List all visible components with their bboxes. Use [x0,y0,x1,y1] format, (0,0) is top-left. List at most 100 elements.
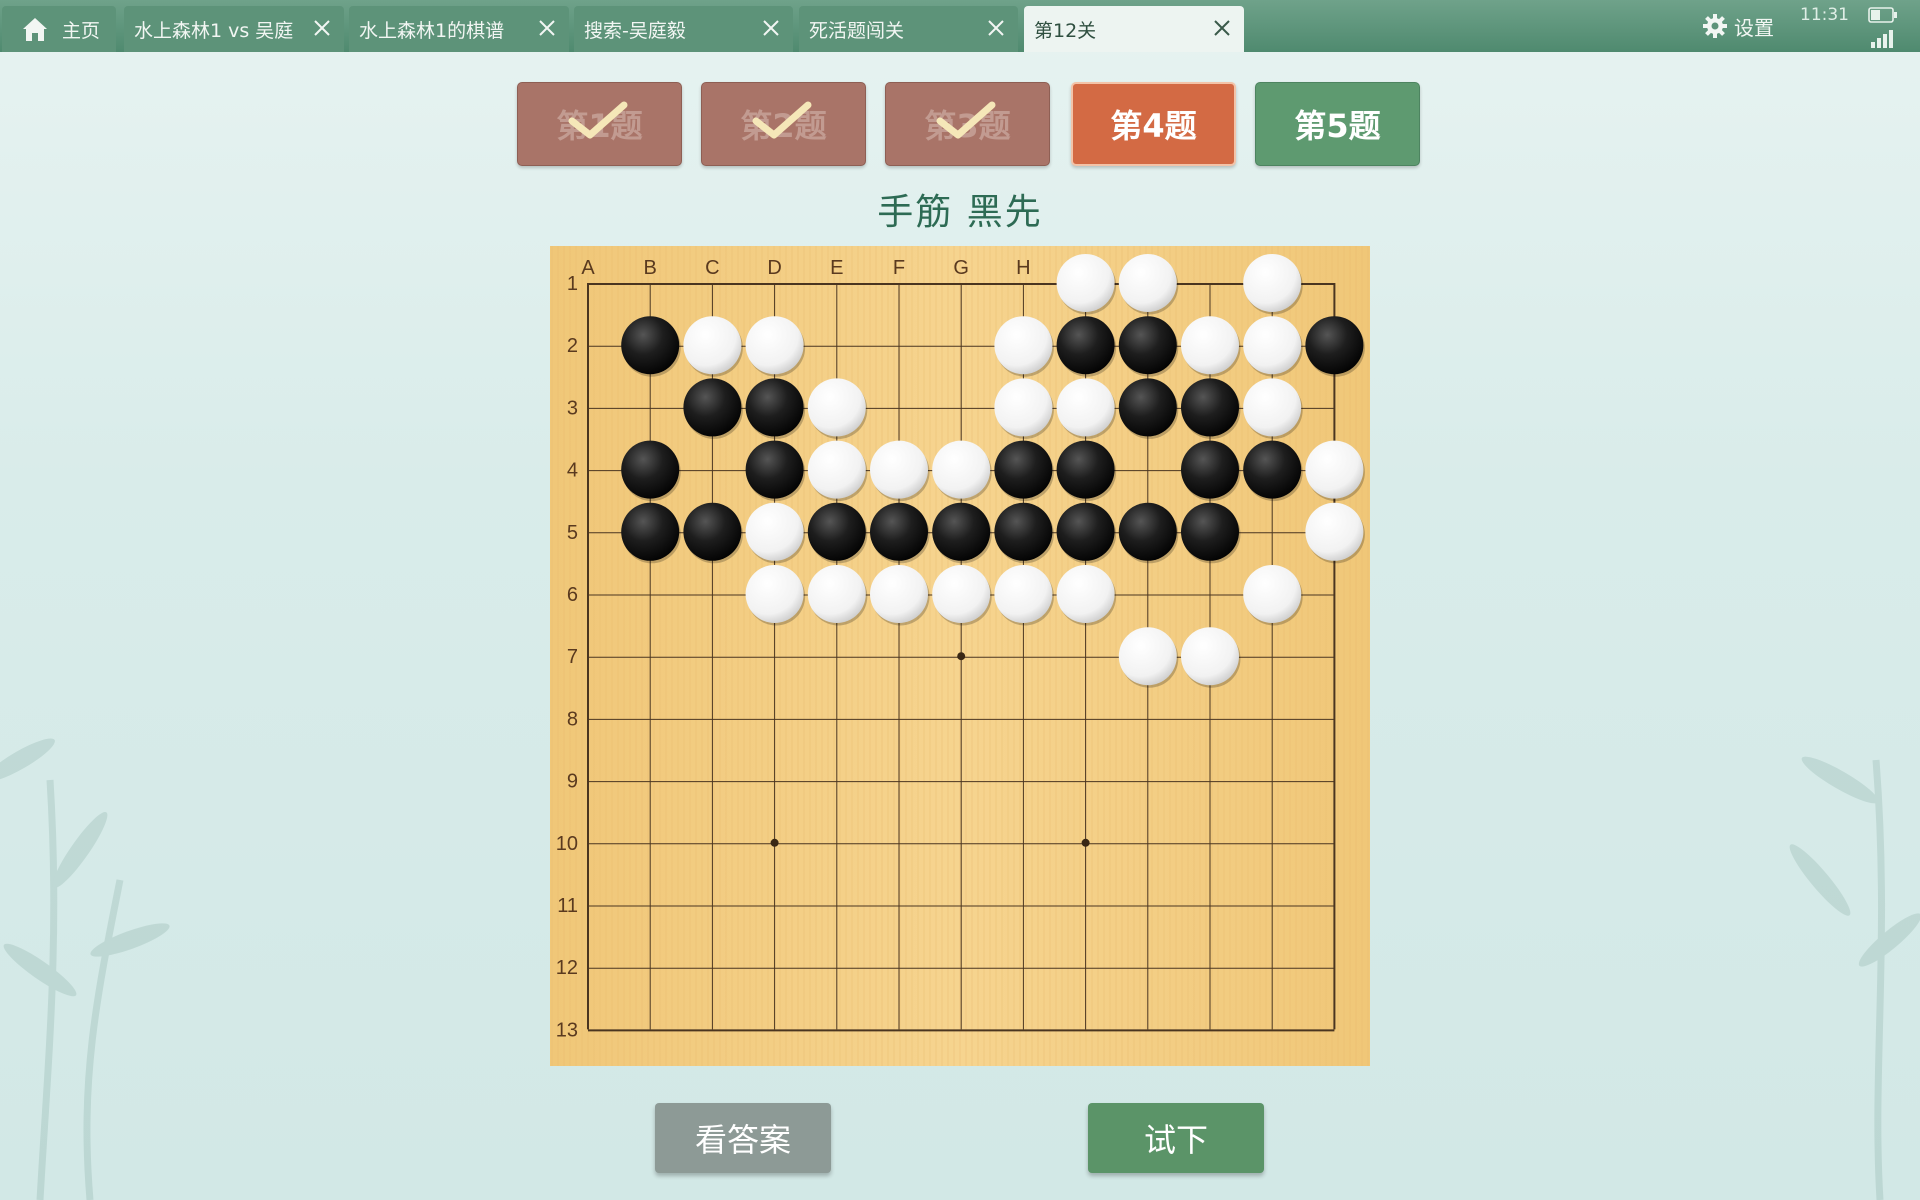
problem-4-button[interactable]: 第4题 [1071,82,1236,166]
black-stone [870,502,928,561]
column-label: B [644,257,657,279]
white-stone [745,316,804,375]
white-stone [807,440,866,499]
view-answer-button[interactable]: 看答案 [655,1103,831,1173]
close-icon[interactable] [537,18,557,38]
black-stone [807,502,866,561]
problem-label: 第5题 [1294,107,1381,145]
tab-level-12[interactable]: 第12关 [1024,6,1244,52]
column-label: F [893,257,905,279]
row-label: 10 [556,833,578,855]
row-label: 4 [567,460,578,482]
tab-game-records[interactable]: 水上森林1的棋谱 [349,6,569,52]
tab-bar: 主页 水上森林1 vs 吴庭 水上森林1的棋谱 搜索-吴庭毅 死活题闯关 第12… [0,0,1920,52]
tab-game-vs[interactable]: 水上森林1 vs 吴庭 [124,6,344,52]
white-stone [1181,627,1239,686]
checkmark-icon [752,101,812,139]
row-label: 2 [567,335,578,357]
try-move-button[interactable]: 试下 [1088,1103,1264,1173]
settings-label: 设置 [1734,15,1774,40]
black-stone [1243,440,1302,499]
tab-label: 水上森林1的棋谱 [359,19,505,42]
white-stone [1056,565,1115,623]
black-stone [1056,316,1115,375]
white-stone [1181,316,1239,375]
white-stone [1243,378,1302,437]
problem-title: 手筋 黑先 [877,192,1043,233]
column-label: E [830,257,843,279]
problem-3-button[interactable]: 第3题 [885,82,1050,166]
problem-label: 第4题 [1110,107,1197,145]
checkmark-icon [936,101,996,139]
black-stone [1118,502,1177,561]
tab-search[interactable]: 搜索-吴庭毅 [574,6,793,52]
problem-2-button[interactable]: 第2题 [701,82,866,166]
home-icon [23,18,47,41]
tab-life-death-challenge[interactable]: 死活题闯关 [799,6,1018,52]
go-board[interactable]: ABCDEFGHKM12345678910111213 [550,246,1370,1066]
black-stone [1181,502,1239,561]
black-stone [621,502,680,561]
white-stone [994,316,1053,375]
tab-home[interactable]: 主页 [2,6,116,52]
white-stone [745,502,804,561]
row-label: 7 [567,646,578,668]
black-stone [1305,316,1364,375]
close-icon[interactable] [312,18,332,38]
white-stone [1118,627,1177,686]
close-icon[interactable] [761,18,781,38]
black-stone [932,502,991,561]
row-label: 3 [567,397,578,419]
column-label: D [767,257,781,279]
black-stone [683,502,742,561]
white-stone [1243,254,1302,312]
bamboo-decoration [0,738,170,1200]
star-point [957,652,966,661]
white-stone [932,440,991,499]
battery-icon [1868,7,1897,23]
signal-icon [1871,30,1893,48]
tab-label: 第12关 [1034,19,1097,42]
white-stone [994,565,1053,623]
black-stone [1181,378,1239,437]
white-stone [1056,378,1115,437]
black-stone [1056,502,1115,561]
black-stone [1056,440,1115,499]
white-stone [1243,316,1302,375]
white-stone [1243,565,1302,623]
clock: 11:31 [1800,5,1849,25]
column-label: C [705,257,719,279]
tab-label: 死活题闯关 [809,19,905,42]
black-stone [1118,316,1177,375]
white-stone [870,565,928,623]
black-stone [994,440,1053,499]
star-point [1081,838,1090,847]
white-stone [870,440,928,499]
column-label: G [953,257,969,279]
close-icon[interactable] [1212,18,1232,38]
black-stone [994,502,1053,561]
white-stone [932,565,991,623]
close-icon[interactable] [986,18,1006,38]
black-stone [745,378,804,437]
bamboo-decoration-right [1789,756,1920,1200]
white-stone [1305,440,1364,499]
star-point [770,838,779,847]
column-label: A [581,257,595,279]
settings-button[interactable]: 设置 [1702,10,1774,42]
white-stone [1305,502,1364,561]
white-stone [683,316,742,375]
white-stone [807,378,866,437]
row-label: 8 [567,708,578,730]
column-label: H [1016,257,1030,279]
row-label: 5 [567,522,578,544]
white-stone [745,565,804,623]
black-stone [745,440,804,499]
problem-5-button[interactable]: 第5题 [1255,82,1420,166]
tab-label: 搜索-吴庭毅 [584,19,686,42]
black-stone [1118,378,1177,437]
row-label: 1 [567,273,578,295]
black-stone [621,440,680,499]
white-stone [994,378,1053,437]
problem-1-button[interactable]: 第1题 [517,82,682,166]
